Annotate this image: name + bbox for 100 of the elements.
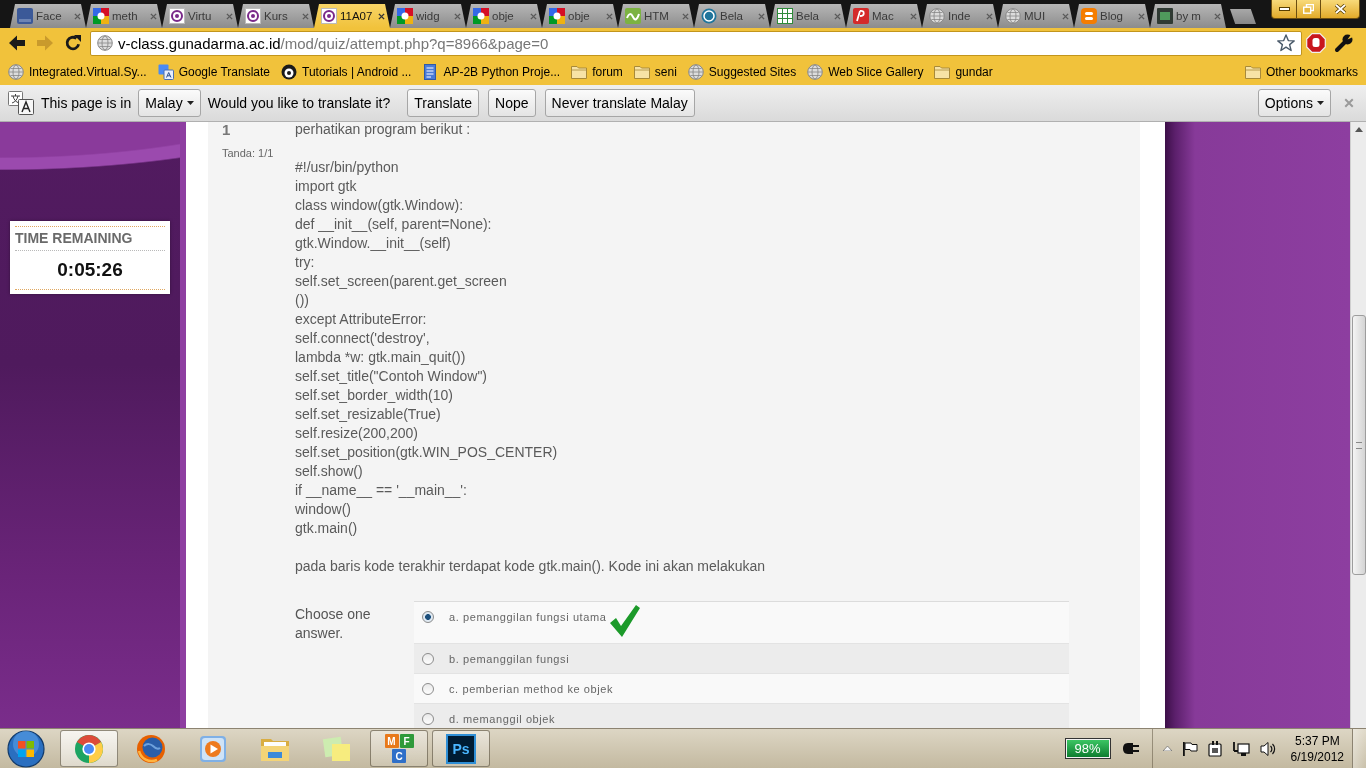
reload-icon[interactable] xyxy=(64,34,82,52)
translate-icon xyxy=(8,91,34,115)
plug-icon[interactable] xyxy=(1121,742,1140,755)
code-line: self.set_position(gtk.WIN_POS_CENTER) xyxy=(295,443,559,462)
bookmark-item[interactable]: Other bookmarks xyxy=(1240,60,1362,83)
code-line: try: xyxy=(295,253,316,272)
restore-button[interactable] xyxy=(1296,0,1321,19)
answer-option[interactable]: d. memanggil objek xyxy=(414,704,1069,728)
clock-time[interactable]: 5:37 PM xyxy=(1294,732,1340,749)
browser-tab[interactable]: obje xyxy=(466,4,542,28)
bookmark-item[interactable]: forum xyxy=(567,60,627,83)
close-button[interactable] xyxy=(1320,0,1360,19)
caret-icon xyxy=(186,101,194,105)
globe-icon xyxy=(8,63,24,80)
taskbar-app-button[interactable] xyxy=(60,730,118,767)
options-button[interactable]: Options xyxy=(1257,89,1331,117)
bookmark-item[interactable]: seni xyxy=(629,60,681,83)
browser-tab[interactable]: MUI xyxy=(998,4,1074,28)
star-icon[interactable] xyxy=(1277,34,1295,52)
browser-tab[interactable]: Face xyxy=(10,4,86,28)
tile-logo-icon xyxy=(853,8,869,24)
answer-option[interactable]: a. pemanggilan fungsi utama xyxy=(414,602,1069,644)
letter-block: M xyxy=(384,734,399,748)
folder-icon xyxy=(1244,64,1261,79)
wrench-icon[interactable] xyxy=(1334,33,1354,53)
scrollbar-thumb[interactable] xyxy=(1351,315,1366,575)
globe-icon xyxy=(1005,8,1021,24)
browser-tab[interactable]: widg xyxy=(390,4,466,28)
device-icon[interactable] xyxy=(1207,740,1222,757)
code-line: gtk.Window.__init__(self) xyxy=(295,234,452,253)
browser-tab[interactable]: Bela xyxy=(694,4,770,28)
folder-icon xyxy=(633,64,650,79)
taskbar-app-button[interactable]: Ps xyxy=(432,730,490,767)
clock-date[interactable]: 6/19/2012 xyxy=(1290,748,1344,765)
language-select[interactable]: Malay xyxy=(138,89,201,117)
browser-tab[interactable]: 11A07 xyxy=(314,4,390,28)
code-line: #!/usr/bin/python xyxy=(295,158,400,177)
volume-icon[interactable] xyxy=(1259,740,1277,757)
close-icon[interactable] xyxy=(378,12,385,20)
code-line: self.set_border_width(10) xyxy=(295,386,454,405)
bookmark-item[interactable]: Web Slice Gallery xyxy=(803,60,928,83)
browser-tab[interactable]: Kurs xyxy=(238,4,314,28)
emblem-icon xyxy=(169,8,185,24)
code-line: if __name__ == '__main__': xyxy=(295,481,468,500)
minimize-button[interactable] xyxy=(1271,0,1297,19)
code-line: import gtk xyxy=(295,177,358,196)
browser-tab[interactable]: Mac xyxy=(846,4,922,28)
show-desktop-button[interactable] xyxy=(1352,729,1366,768)
browser-tab[interactable]: Blog xyxy=(1074,4,1150,28)
browser-tab[interactable]: obje xyxy=(542,4,618,28)
caret-up-icon[interactable] xyxy=(1162,746,1172,751)
code-line: self.set_screen(parent.get_screen xyxy=(295,272,508,291)
browser-tab[interactable]: by m xyxy=(1150,4,1226,28)
bookmark-item[interactable]: Suggested Sites xyxy=(683,60,801,83)
browser-tab[interactable]: HTM xyxy=(618,4,694,28)
stop-sign-icon[interactable] xyxy=(1306,33,1326,53)
infobar-button[interactable]: Never translate Malay xyxy=(544,89,695,117)
code-line: self.set_title("Contoh Window") xyxy=(295,367,488,386)
bookmark-item[interactable]: Google Translate xyxy=(153,60,274,83)
browser-tab[interactable]: Virtu xyxy=(162,4,238,28)
round-badge-icon xyxy=(281,63,297,80)
multicolor-logo-icon xyxy=(397,8,413,24)
answer-option[interactable]: c. pemberian method ke objek xyxy=(414,674,1069,704)
radio-button[interactable] xyxy=(422,611,434,623)
start-button[interactable] xyxy=(4,729,48,768)
new-tab-button[interactable] xyxy=(1230,9,1256,24)
browser-tab[interactable]: Inde xyxy=(922,4,998,28)
timer-value: 0:05:26 xyxy=(15,251,165,290)
bookmark-item[interactable]: Tutorials | Android ... xyxy=(277,60,416,83)
infobar-button[interactable]: Nope xyxy=(488,89,536,117)
back-arrow-icon[interactable] xyxy=(8,34,26,52)
bookmark-item[interactable]: AP-2B Python Proje... xyxy=(418,60,565,83)
browser-tab[interactable]: meth xyxy=(86,4,162,28)
code-line: self.set_resizable(True) xyxy=(295,405,442,424)
orb-icon xyxy=(7,729,45,768)
square-logo-icon xyxy=(17,8,33,24)
radio-button[interactable] xyxy=(422,713,434,725)
address-bar[interactable]: v-class.gunadarma.ac.id/mod/quiz/attempt.php?q=8966&page=0 xyxy=(90,30,1302,56)
taskbar-app-button[interactable]: M F C xyxy=(370,730,428,767)
image-icon xyxy=(1157,8,1173,24)
bookmark-item[interactable]: Integrated.Virtual.Sy... xyxy=(4,60,151,83)
infobar-button[interactable]: Translate xyxy=(407,89,480,117)
radio-button[interactable] xyxy=(422,653,434,665)
code-line: ()) xyxy=(295,291,310,310)
answer-option[interactable]: b. pemanggilan fungsi xyxy=(414,644,1069,674)
question-number: 1 xyxy=(222,122,232,139)
flag-icon[interactable] xyxy=(1181,740,1198,757)
battery-status[interactable]: 98% xyxy=(1065,739,1110,758)
globe-logo-icon xyxy=(135,732,167,765)
radio-button[interactable] xyxy=(422,683,434,695)
scrollbar[interactable] xyxy=(1350,122,1366,728)
code-line: self.connect('destroy', xyxy=(295,329,431,348)
browser-tab[interactable]: Bela xyxy=(770,4,846,28)
globe-icon xyxy=(97,35,113,51)
network-icon[interactable] xyxy=(1231,740,1250,757)
timer-label: TIME REMAINING xyxy=(15,226,165,251)
arrow-up-icon[interactable] xyxy=(1354,127,1363,132)
spreadsheet-icon xyxy=(777,8,793,24)
multicolor-logo-icon xyxy=(473,8,489,24)
bookmark-item[interactable]: gundar xyxy=(930,60,997,83)
